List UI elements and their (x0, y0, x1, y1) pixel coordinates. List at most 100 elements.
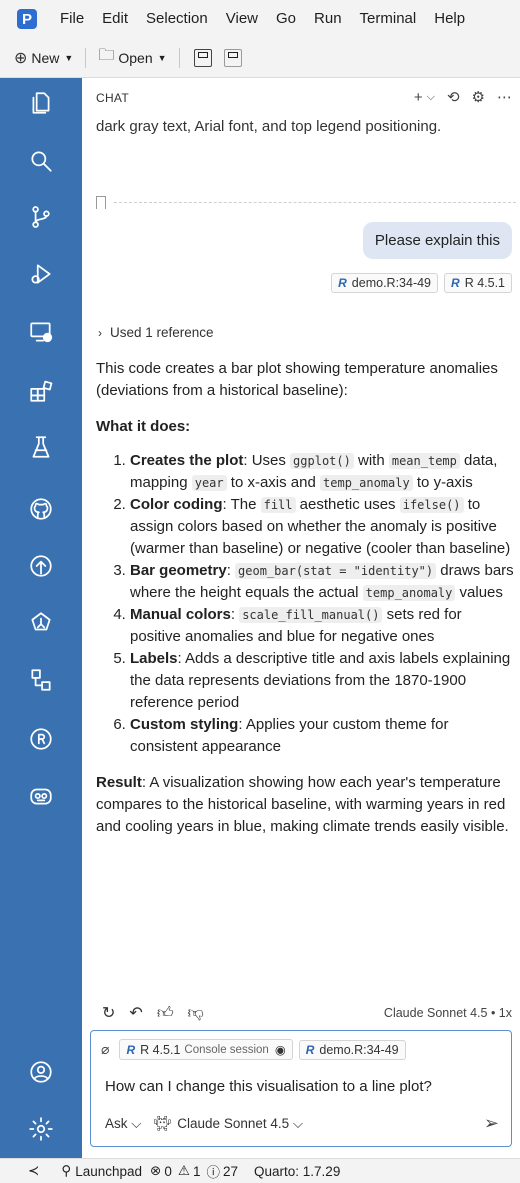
mode-picker[interactable]: Ask ⌵ (105, 1116, 142, 1132)
attach-icon[interactable]: ⌀ (101, 1041, 109, 1058)
menu-edit[interactable]: Edit (93, 0, 137, 38)
problems-item[interactable]: ⊗ 0 ⚠ 1 ⓘ 27 (150, 1161, 238, 1181)
plus-circle-icon: ⊕ (14, 49, 28, 67)
response-heading: What it does: (96, 418, 191, 435)
activity-bar (0, 78, 82, 1158)
step-item: Custom styling: Applies your custom them… (130, 714, 516, 758)
step-text: with (353, 452, 389, 469)
response-result: Result: A visualization showing how each… (96, 772, 516, 838)
step-item: Color coding: The fill aesthetic uses if… (130, 494, 516, 560)
save-icon[interactable] (193, 48, 212, 67)
step-text: : Adds a descriptive title and axis labe… (130, 650, 511, 711)
send-icon[interactable]: ➢ (484, 1113, 499, 1134)
history-icon[interactable]: ⟲ (447, 88, 460, 106)
file-reference-chip[interactable]: Rdemo.R:34-49 (331, 273, 439, 293)
remote-icon[interactable]: ≺ (28, 1163, 39, 1179)
retry-icon[interactable]: ↻ (102, 1003, 115, 1023)
open-button[interactable]: 🗀 Open ▼ (94, 44, 170, 71)
menu-file[interactable]: File (51, 0, 93, 38)
settings-icon[interactable] (28, 1116, 54, 1142)
r-logo-icon: R (305, 1042, 315, 1057)
more-icon[interactable]: ⋯ (497, 88, 512, 106)
thumbs-up-icon[interactable]: 👍︎ (157, 1004, 174, 1023)
info-icon: ⓘ (206, 1165, 220, 1180)
menu-run[interactable]: Run (305, 0, 351, 38)
chevron-down-icon[interactable]: ⌵ (427, 91, 435, 104)
undo-icon[interactable]: ↶ (129, 1003, 142, 1023)
console-session-chip[interactable]: R R 4.5.1 Console session ◉ (119, 1039, 293, 1060)
eye-icon[interactable]: ◉ (275, 1042, 286, 1057)
r-logo-icon: R (126, 1042, 136, 1057)
chat-input-text[interactable]: How can I change this visualisation to a… (105, 1078, 432, 1095)
publish-icon[interactable] (28, 553, 54, 579)
chat-input-box[interactable]: ⌀ R R 4.5.1 Console session ◉ Rdemo.R:34-49… (90, 1030, 512, 1147)
steps-list: Creates the plot: Uses ggplot() with mea… (96, 450, 516, 758)
error-icon: ⊗ (150, 1163, 162, 1178)
step-title: Creates the plot (130, 452, 244, 469)
file-reference-label: demo.R:34-49 (351, 276, 432, 290)
quarto-version[interactable]: Quarto: 1.7.29 (254, 1164, 340, 1179)
user-message: Please explain this (362, 222, 512, 259)
step-text: to y-axis (412, 474, 473, 491)
menu-terminal[interactable]: Terminal (351, 0, 426, 38)
copilot-icon[interactable] (28, 783, 54, 809)
save-all-icon[interactable] (223, 48, 242, 67)
r-version-chip[interactable]: R R 4.5.1 (444, 273, 512, 293)
assistant-response: This code creates a bar plot showing tem… (96, 358, 516, 852)
inline-code: mean_temp (388, 453, 460, 469)
menu-selection[interactable]: Selection (137, 0, 217, 38)
new-label: New (31, 49, 60, 66)
account-icon[interactable] (28, 1059, 54, 1085)
extensions-icon[interactable] (28, 378, 54, 404)
caret-down-icon: ▼ (157, 52, 167, 63)
launchpad-item[interactable]: ⚲ Launchpad (61, 1163, 142, 1179)
file-context-label: demo.R:34-49 (319, 1042, 399, 1057)
step-title: Bar geometry (130, 562, 227, 579)
step-title: Custom styling (130, 716, 239, 733)
new-button[interactable]: ⊕ New ▼ (10, 48, 77, 68)
error-count: 0 (164, 1163, 172, 1179)
step-text: : (230, 606, 240, 623)
new-chat-icon[interactable]: + (414, 89, 423, 106)
app-logo-icon[interactable]: P (17, 9, 37, 29)
thumbs-down-icon[interactable]: 👎︎ (188, 1004, 204, 1023)
r-version-label: R 4.5.1 (464, 276, 505, 290)
menu-view[interactable]: View (217, 0, 267, 38)
r-console-icon[interactable] (28, 726, 54, 752)
menu-help[interactable]: Help (425, 0, 474, 38)
user-message-references: Rdemo.R:34-49 R R 4.5.1 (325, 273, 512, 293)
warning-icon: ⚠ (177, 1163, 190, 1178)
result-label: Result (96, 774, 142, 791)
step-text: : (226, 562, 236, 579)
r-logo-icon: R (451, 276, 460, 290)
explorer-icon[interactable] (28, 90, 54, 116)
step-title: Manual colors (130, 606, 231, 623)
file-context-chip[interactable]: Rdemo.R:34-49 (298, 1039, 406, 1060)
source-control-icon[interactable] (28, 204, 54, 230)
model-picker[interactable]: Claude Sonnet 4.5 ⌵ (177, 1116, 303, 1132)
used-reference-toggle[interactable]: › Used 1 reference (98, 325, 214, 340)
testing-icon[interactable] (28, 434, 54, 460)
status-bar: ≺ ⚲ Launchpad ⊗ 0 ⚠ 1 ⓘ 27 Quarto: 1.7.29 (0, 1158, 520, 1183)
chat-title: CHAT (96, 91, 129, 105)
toolbar-separator (178, 47, 180, 68)
github-icon[interactable] (28, 496, 54, 522)
model-label: Claude Sonnet 4.5 (177, 1115, 290, 1131)
response-intro: This code creates a bar plot showing tem… (96, 360, 498, 399)
inline-code: year (191, 475, 227, 491)
previous-response-text: dark gray text, Arial font, and top lege… (96, 118, 442, 135)
result-text: : A visualization showing how each year'… (96, 774, 509, 835)
warning-count: 1 (192, 1163, 201, 1179)
bookmark-icon[interactable] (96, 196, 106, 209)
workflow-icon[interactable] (28, 667, 54, 693)
search-icon[interactable] (28, 148, 54, 174)
console-session-label: Console session (184, 1043, 269, 1056)
remote-explorer-icon[interactable] (28, 319, 54, 345)
input-toolbar: Ask ⌵ 👾︎ Claude Sonnet 4.5 ⌵ (105, 1115, 303, 1132)
environments-icon[interactable] (28, 610, 54, 636)
run-debug-icon[interactable] (28, 261, 54, 287)
toolbar-separator (85, 47, 87, 68)
menu-go[interactable]: Go (267, 0, 305, 38)
gear-icon[interactable]: ⚙ (472, 88, 485, 106)
step-item: Bar geometry: geom_bar(stat = "identity"… (130, 560, 516, 604)
